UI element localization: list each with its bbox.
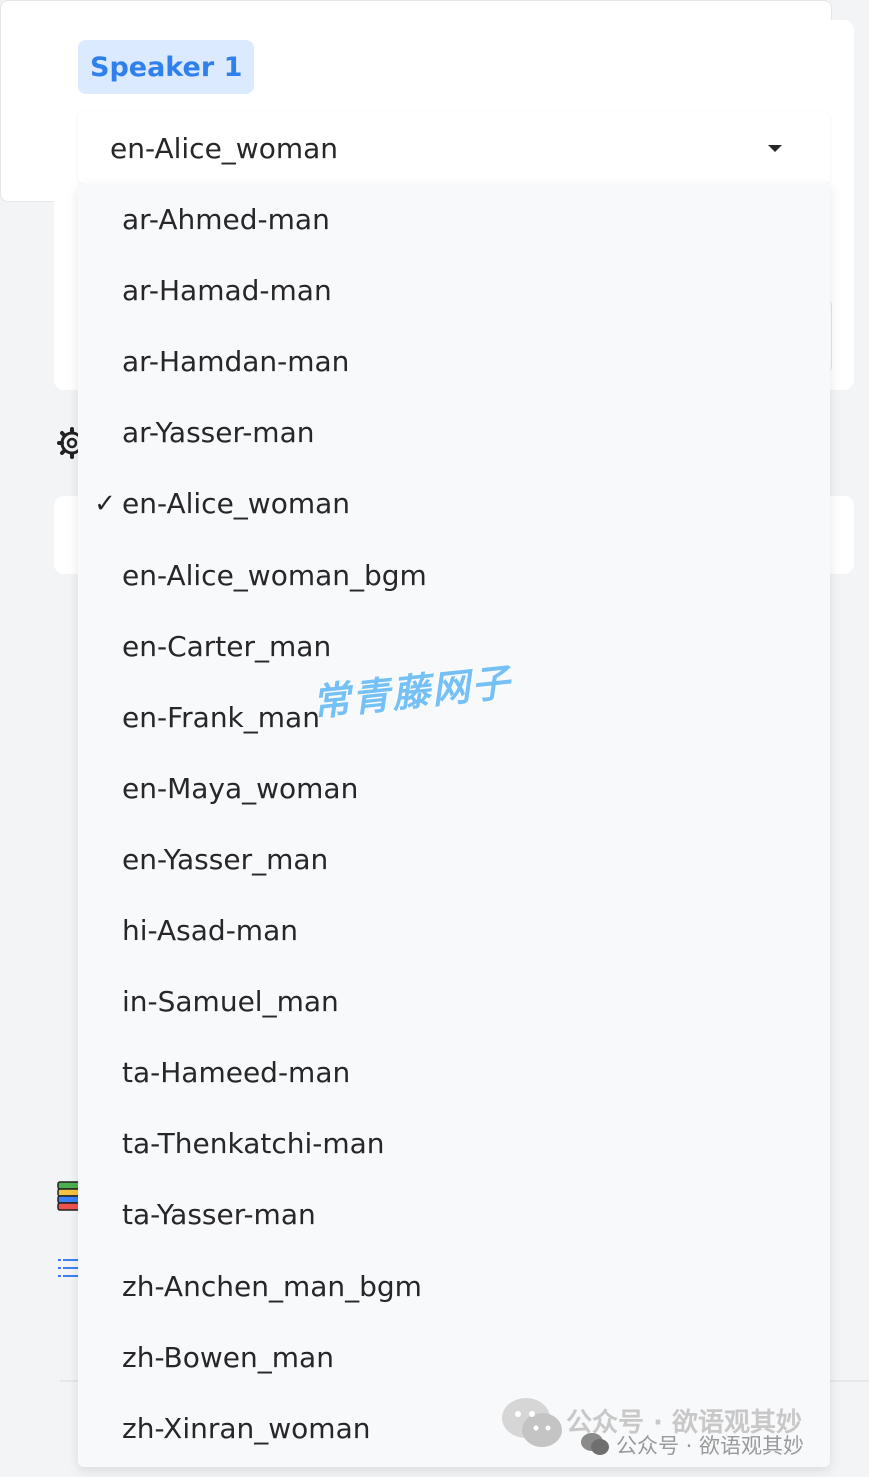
dropdown-option-label: ta-Hameed-man (122, 1056, 351, 1090)
dropdown-option-label: zh-Anchen_man_bgm (122, 1269, 422, 1303)
wechat-watermark: 公众号 · 欲语观其妙 公众号 · 欲语观其妙 (500, 1390, 860, 1470)
speaker-badge: Speaker 1 (78, 40, 255, 94)
dropdown-option-label: zh-Xinran_woman (122, 1411, 371, 1445)
voice-select[interactable]: en-Alice_woman (78, 112, 830, 184)
dropdown-option[interactable]: ar-Hamad-man (78, 255, 830, 326)
dropdown-option[interactable]: zh-Anchen_man_bgm (78, 1251, 830, 1322)
dropdown-option-label: en-Yasser_man (122, 842, 329, 876)
dropdown-option-label: hi-Asad-man (122, 914, 298, 947)
dropdown-option[interactable]: en-Alice_woman_bgm (78, 540, 830, 611)
dropdown-option-label: en-Maya_woman (122, 771, 359, 805)
dropdown-option[interactable]: hi-Asad-man (78, 895, 830, 966)
dropdown-option[interactable]: en-Maya_woman (78, 753, 830, 824)
dropdown-option[interactable]: ✓ en-Alice_woman (78, 468, 830, 539)
voice-select-value: en-Alice_woman (110, 131, 339, 165)
dropdown-option-label: en-Alice_woman (122, 487, 351, 521)
dropdown-option-label: ar-Ahmed-man (122, 203, 330, 236)
dropdown-option-label: ar-Hamad-man (122, 274, 332, 308)
dropdown-option[interactable]: ta-Yasser-man (78, 1179, 830, 1250)
dropdown-option[interactable]: in-Samuel_man (78, 966, 830, 1037)
dropdown-option-label: in-Samuel_man (122, 985, 339, 1019)
checkmark-icon: ✓ (94, 488, 116, 519)
dropdown-option-label: ta-Yasser-man (122, 1198, 316, 1232)
dropdown-option[interactable]: ta-Thenkatchi-man (78, 1108, 830, 1179)
dropdown-option[interactable]: ta-Hameed-man (78, 1037, 830, 1108)
wechat-logo-icon (502, 1398, 562, 1447)
dropdown-option-label: ar-Hamdan-man (122, 345, 350, 379)
dropdown-option[interactable]: ar-Yasser-man (78, 397, 830, 468)
dropdown-option[interactable]: ar-Hamdan-man (78, 326, 830, 397)
list-icon (58, 1259, 80, 1277)
voice-dropdown-list[interactable]: ar-Ahmed-man ar-Hamad-man ar-Hamdan-man ar-… (78, 184, 830, 1467)
dropdown-option-label: zh-Bowen_man (122, 1340, 334, 1374)
wechat-small-icon (581, 1433, 609, 1455)
dropdown-option[interactable]: ar-Ahmed-man (78, 184, 830, 255)
dropdown-option-label: en-Frank_man (122, 700, 320, 734)
dropdown-option-label: ta-Thenkatchi-man (122, 1127, 385, 1161)
wechat-account-text-small: 公众号 · 欲语观其妙 (616, 1434, 805, 1458)
dropdown-option[interactable]: en-Yasser_man (78, 824, 830, 895)
dropdown-option-label: en-Carter_man (122, 629, 332, 663)
dropdown-option[interactable]: zh-Bowen_man (78, 1322, 830, 1393)
dropdown-option-label: ar-Yasser-man (122, 416, 315, 450)
chevron-down-icon[interactable] (768, 145, 782, 152)
dropdown-option-label: en-Alice_woman_bgm (122, 558, 427, 592)
